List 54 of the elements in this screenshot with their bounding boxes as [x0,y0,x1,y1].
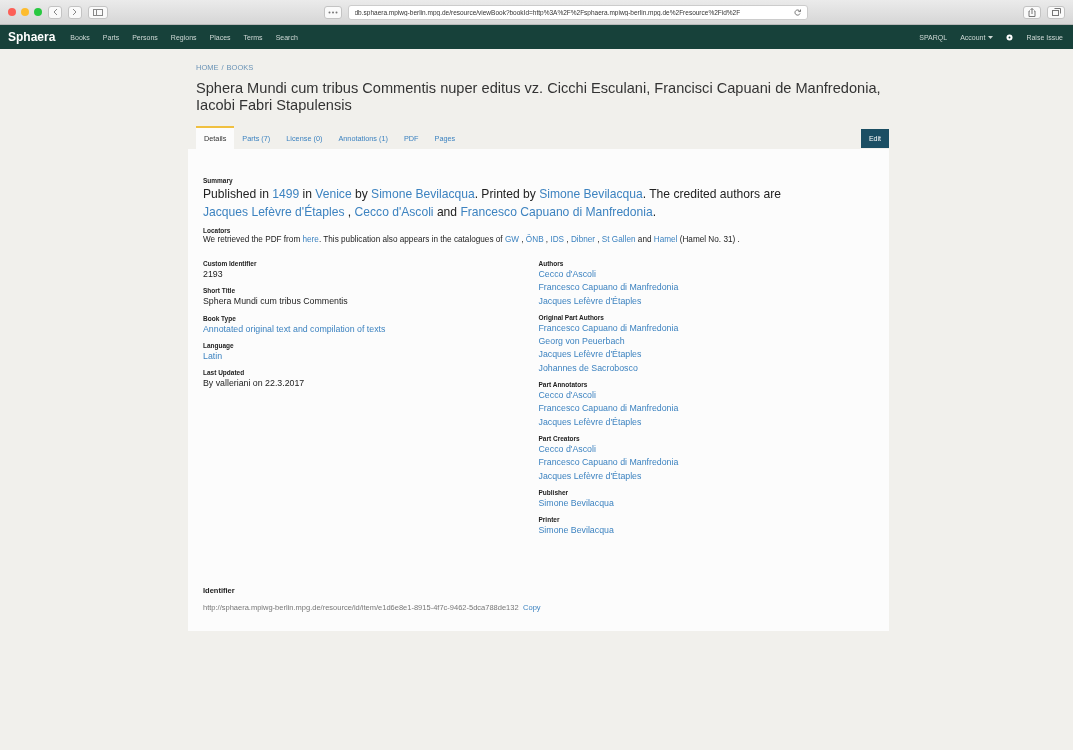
link[interactable]: Francesco Capuano di Manfredonia [538,322,679,333]
link[interactable]: Simone Bevilacqua [371,187,475,201]
back-button[interactable] [48,5,62,19]
tabs-button[interactable] [1047,5,1065,19]
link[interactable]: Cecco d'Ascoli [354,205,434,219]
link[interactable]: Francesco Capuano di Manfredonia [538,282,679,293]
sidebar-icon [93,8,103,16]
link[interactable]: Jacques Lefèvre d'Étaples [538,470,642,481]
link[interactable]: IDS [550,235,565,244]
locators-text: We retrieved the PDF from here. This publication also appears in the catalogues of GW , ÖNB , IDS , Dibner , St Gallen and Hamel (Hamel No. 31) . [203,235,741,244]
link[interactable]: Latin [203,350,223,361]
link[interactable]: Venice [315,187,352,201]
link[interactable]: Dibner [570,235,596,244]
link[interactable]: ÖNB [525,235,544,244]
chevron-right-icon [72,8,78,16]
forward-button[interactable] [68,5,82,19]
field-value: Sphera Mundi cum tribus Commentis [203,296,348,307]
link[interactable]: Simone Bevilacqua [538,497,614,508]
link[interactable]: Johannes de Sacrobosco [538,362,638,373]
link[interactable]: GW [504,235,519,244]
sidebar-button[interactable] [88,5,108,19]
link[interactable]: St Gallen [601,235,636,244]
reader-button[interactable] [323,5,342,19]
caret-icon [988,35,994,39]
share-icon [1028,7,1036,17]
chevron-left-icon [52,8,58,16]
field-value: By valleriani on 22.3.2017 [203,378,305,389]
link[interactable]: Simone Bevilacqua [539,187,643,201]
zoom-icon[interactable] [34,8,42,16]
brand-logo[interactable]: Sphaera [8,30,56,44]
link[interactable]: Jacques Lefèvre d'Étaples [203,205,345,219]
field-value: 2193 [203,269,223,279]
summary-text: Published in 1499 in Venice by Simone Bevilacqua. Printed by Simone Bevilacqua. The credited authors are Jacques Lefèvre d'Étaples , Cecco d'Ascoli and Francesco Capuano di Manfredonia. [203,186,782,221]
link[interactable]: Cecco d'Ascoli [538,390,596,401]
reload-icon[interactable] [793,8,801,16]
link[interactable]: Jacques Lefèvre d'Étaples [538,349,642,360]
link[interactable]: Francesco Capuano di Manfredonia [460,205,653,219]
close-icon[interactable] [8,8,16,16]
link[interactable]: Jacques Lefèvre d'Étaples [538,295,642,306]
share-button[interactable] [1023,5,1041,19]
link[interactable]: Hamel [653,235,678,244]
link[interactable]: Cecco d'Ascoli [538,269,596,279]
link[interactable]: Cecco d'Ascoli [538,443,596,454]
link[interactable]: Annotated original text and compilation of texts [203,323,386,334]
link[interactable]: Francesco Capuano di Manfredonia [538,403,679,414]
page-title: Sphera Mundi cum tribus Commentis nuper editus vz. Cicchi Esculani, Francisci Capuani de Manfredonia, Iacobi Fabri Stapulensis [196,80,882,114]
dots-icon [327,10,338,14]
link[interactable]: Simone Bevilacqua [538,525,614,536]
link[interactable]: Jacques Lefèvre d'Étaples [538,416,642,427]
link[interactable]: Georg von Peuerbach [538,336,625,347]
link[interactable]: Francesco Capuano di Manfredonia [538,457,679,468]
link[interactable]: here [302,235,319,244]
link[interactable]: 1499 [272,187,300,201]
tabs-icon [1051,8,1061,16]
